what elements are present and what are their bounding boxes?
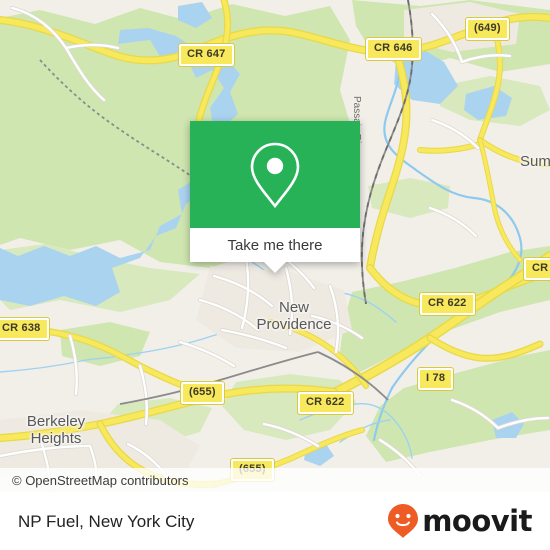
moovit-wordmark: moovit xyxy=(422,503,532,538)
place-label-summit: Sum xyxy=(520,153,550,170)
shield-cr-647[interactable]: CR 647 xyxy=(178,43,235,67)
shield-cr-638[interactable]: CR 638 xyxy=(0,317,50,341)
popup-image-panel xyxy=(190,121,360,228)
location-pin-icon xyxy=(250,142,300,208)
shield-route-655-mid[interactable]: (655) xyxy=(180,381,225,405)
shield-cr-646[interactable]: CR 646 xyxy=(365,37,422,61)
place-label-berkeley-heights: Berkeley Heights xyxy=(26,413,86,447)
place-label-new-providence: New Providence xyxy=(256,299,332,333)
shield-cr-622-bottom[interactable]: CR 622 xyxy=(297,391,354,415)
take-me-there-label: Take me there xyxy=(227,236,323,254)
moovit-brand: moovit xyxy=(387,503,532,539)
location-title: NP Fuel, New York City xyxy=(18,511,195,531)
shield-cr-622-right[interactable]: CR 622 xyxy=(419,292,476,316)
moovit-map-screenshot: .park { fill: #cfe6b0; } .park2 { fill: … xyxy=(0,0,550,550)
map-attribution-bar: © OpenStreetMap contributors xyxy=(0,468,550,492)
moovit-pin-icon xyxy=(388,504,419,538)
map-popup-card[interactable]: Take me there xyxy=(190,121,360,273)
shield-cr-right-edge[interactable]: CR xyxy=(522,257,550,281)
take-me-there-button[interactable]: Take me there xyxy=(190,228,360,262)
popup-pointer-tail xyxy=(264,262,286,273)
shield-i-78[interactable]: I 78 xyxy=(416,367,455,391)
attribution-text: © OpenStreetMap contributors xyxy=(12,472,189,488)
shield-route-649[interactable]: (649) xyxy=(465,17,510,41)
footer-bar: NP Fuel, New York City moovit xyxy=(0,492,550,550)
map-canvas[interactable]: .park { fill: #cfe6b0; } .park2 { fill: … xyxy=(0,0,550,492)
